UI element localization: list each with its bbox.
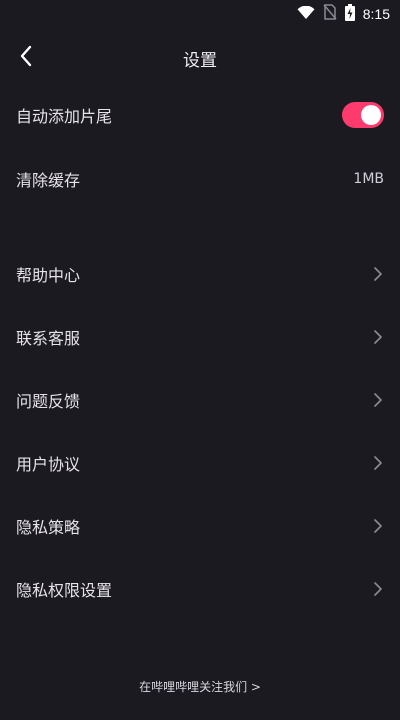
status-time: 8:15 <box>362 6 390 22</box>
auto-add-ending-label: 自动添加片尾 <box>16 107 113 126</box>
cache-size-value: 1MB <box>353 171 384 187</box>
battery-charging-icon <box>344 3 355 25</box>
status-icons: 8:15 <box>297 3 390 25</box>
menu-item-help-center[interactable]: 帮助中心 <box>0 246 400 302</box>
menu-item-label: 隐私策略 <box>16 518 81 537</box>
menu-item-privacy-permissions[interactable]: 隐私权限设置 <box>0 561 400 617</box>
top-bar: 设置 <box>0 36 400 80</box>
chevron-right-icon <box>372 518 384 534</box>
chevron-right-icon <box>372 392 384 408</box>
chevron-right-icon <box>372 455 384 471</box>
chevron-right-icon <box>372 266 384 282</box>
follow-on-bilibili-link[interactable]: 在哔哩哔哩关注我们 > <box>0 678 400 695</box>
page-title: 设置 <box>183 51 217 71</box>
no-sim-icon <box>323 4 337 24</box>
clear-cache-label: 清除缓存 <box>16 171 81 190</box>
chevron-right-icon <box>372 329 384 345</box>
toggle-knob <box>361 105 381 125</box>
wifi-icon <box>297 5 315 24</box>
menu-item-privacy-policy[interactable]: 隐私策略 <box>0 498 400 554</box>
clear-cache-row[interactable]: 清除缓存 1MB <box>0 151 400 207</box>
auto-add-ending-toggle[interactable] <box>342 102 384 128</box>
menu-item-customer-service[interactable]: 联系客服 <box>0 309 400 365</box>
status-bar: 8:15 <box>0 0 400 28</box>
menu-item-label: 帮助中心 <box>16 266 81 285</box>
menu-item-user-agreement[interactable]: 用户协议 <box>0 435 400 491</box>
menu-item-label: 用户协议 <box>16 455 81 474</box>
menu-item-label: 隐私权限设置 <box>16 581 113 600</box>
menu-item-feedback[interactable]: 问题反馈 <box>0 372 400 428</box>
chevron-right-icon <box>372 581 384 597</box>
menu-item-label: 问题反馈 <box>16 392 81 411</box>
auto-add-ending-row: 自动添加片尾 <box>0 87 400 143</box>
menu-item-label: 联系客服 <box>16 329 81 348</box>
